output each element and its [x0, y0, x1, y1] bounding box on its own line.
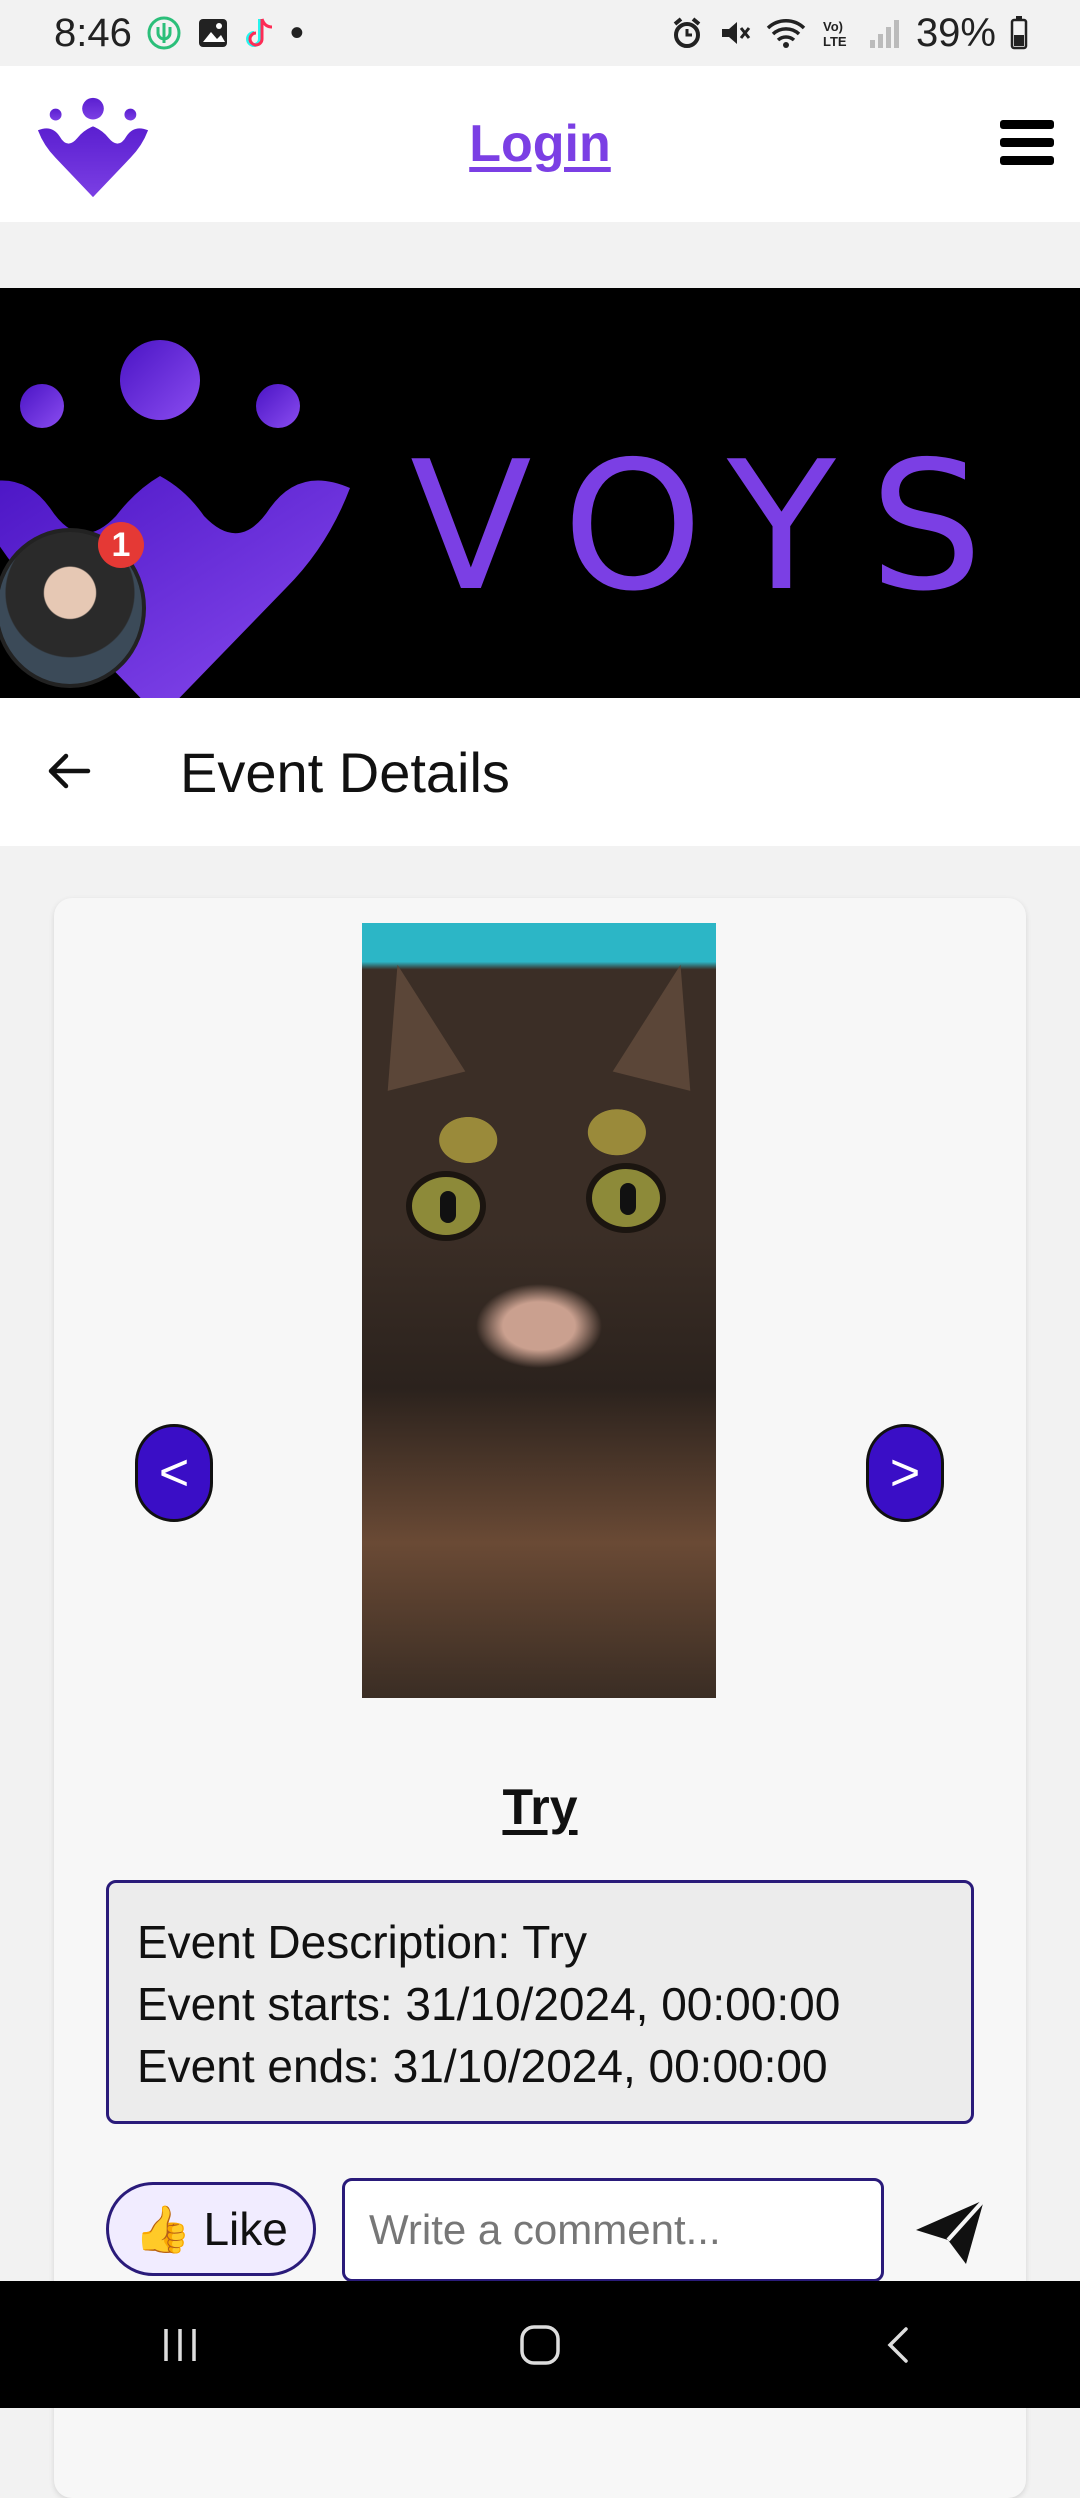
brand-banner: VOYS — [0, 288, 1080, 698]
status-right: Vo) LTE 39% — [670, 11, 1028, 56]
previous-image-button[interactable]: < — [135, 1424, 213, 1522]
page-header: Event Details — [0, 698, 1080, 846]
app-header: Login — [0, 66, 1080, 222]
status-time: 8:46 — [54, 10, 132, 55]
event-actions: 👍 Like — [106, 2178, 1006, 2288]
hamburger-menu-icon[interactable] — [1000, 120, 1054, 166]
home-icon[interactable] — [480, 2305, 600, 2385]
status-bar: 8:46 • Vo) LTE 39% — [0, 0, 1080, 66]
event-description: Event Description: Try — [137, 1916, 587, 1968]
page-title: Event Details — [180, 741, 510, 804]
system-back-icon[interactable] — [840, 2305, 960, 2385]
event-card: < > Try Event Description: Try Event sta… — [54, 898, 1026, 2498]
comment-input[interactable] — [342, 2178, 884, 2282]
next-image-button[interactable]: > — [866, 1424, 944, 1522]
event-photo — [362, 923, 716, 1698]
system-navigation-bar — [0, 2281, 1080, 2408]
voys-logo-icon[interactable] — [34, 96, 152, 200]
battery-icon — [1010, 16, 1028, 50]
menu-bar — [1000, 156, 1054, 165]
back-arrow-icon[interactable] — [44, 746, 94, 796]
menu-bar — [1000, 138, 1054, 147]
like-button[interactable]: 👍 Like — [106, 2182, 316, 2276]
cat-eye-right — [586, 1163, 666, 1233]
status-dot: • — [289, 10, 304, 55]
cat-ear-left — [362, 955, 466, 1091]
event-details-box: Event Description: Try Event starts: 31/… — [106, 1880, 974, 2124]
alarm-icon — [670, 16, 704, 50]
like-label: Like — [203, 2203, 288, 2255]
gallery-icon — [196, 16, 230, 50]
tiktok-icon — [244, 15, 276, 51]
event-end: Event ends: 31/10/2024, 00:00:00 — [137, 2040, 828, 2092]
event-title: Try — [502, 1779, 578, 1835]
status-left: 8:46 • — [54, 11, 304, 56]
recent-apps-icon[interactable] — [120, 2305, 240, 2385]
svg-text:Vo): Vo) — [823, 19, 843, 34]
battery-percent: 39% — [915, 10, 996, 55]
send-icon[interactable] — [910, 2192, 990, 2272]
banner-wordmark: VOYS — [410, 423, 1017, 630]
signal-icon — [868, 16, 902, 50]
svg-text:LTE: LTE — [823, 34, 847, 49]
menu-bar — [1000, 120, 1054, 129]
thumbs-up-icon: 👍 — [134, 2202, 192, 2255]
notification-badge: 1 — [98, 522, 144, 568]
cat-eye-left — [406, 1171, 486, 1241]
volte-icon: Vo) LTE — [820, 16, 854, 50]
event-start: Event starts: 31/10/2024, 00:00:00 — [137, 1978, 841, 2030]
wifi-icon — [766, 16, 806, 50]
cat-ear-right — [612, 955, 716, 1091]
login-link[interactable]: Login — [469, 114, 611, 174]
mute-icon — [718, 16, 752, 50]
app-notification-icon — [146, 15, 182, 51]
